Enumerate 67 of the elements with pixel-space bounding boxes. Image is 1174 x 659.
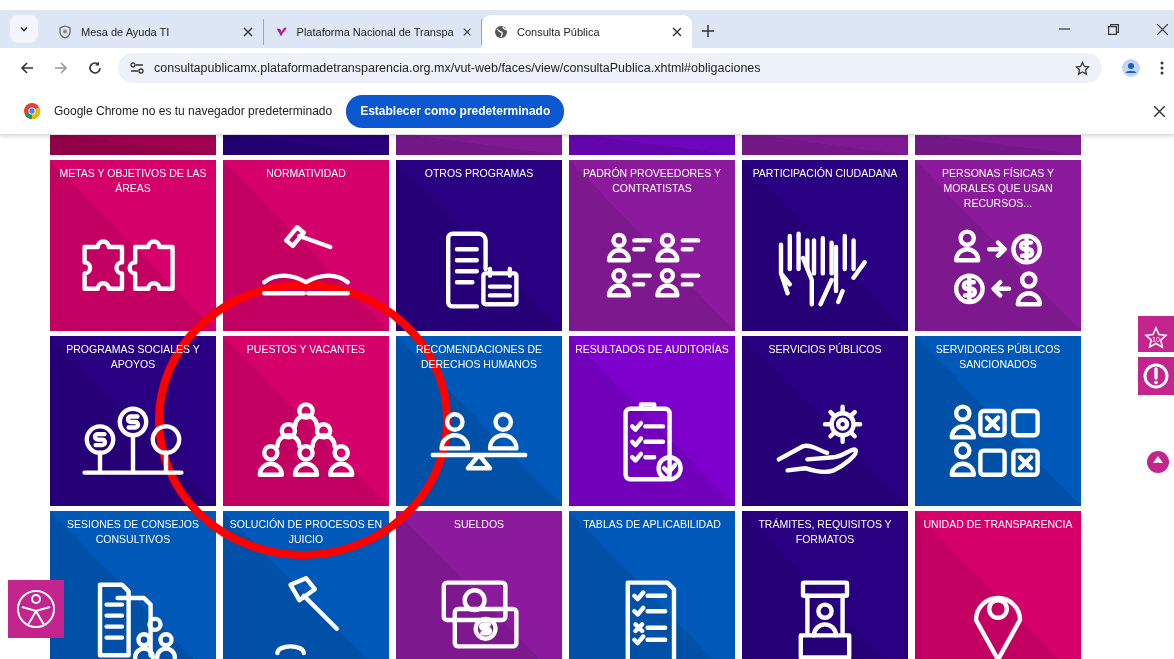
close-icon[interactable] — [1157, 23, 1168, 35]
forward-arrow-icon[interactable] — [54, 61, 68, 75]
tile-label: PARTICIPACIÓN CIUDADANA — [751, 166, 899, 181]
scroll-up-icon[interactable] — [1147, 451, 1169, 473]
tile-label: SERVIDORES PÚBLICOS SANCIONADOS — [934, 342, 1062, 372]
plus-icon[interactable] — [702, 25, 714, 37]
category-tile[interactable]: SUELDOS — [396, 511, 562, 659]
star-icon[interactable] — [1075, 60, 1090, 76]
category-tile[interactable]: NORMATIVIDAD — [223, 160, 389, 331]
tile-label: SESIONES DE CONSEJOS CONSULTIVOS — [66, 517, 200, 547]
menu-icon[interactable] — [1160, 61, 1164, 75]
alert-icon — [1143, 363, 1169, 389]
category-tile[interactable]: TABLAS DE APLICABILIDAD — [569, 511, 735, 659]
category-tile[interactable] — [569, 133, 735, 155]
site-settings-icon[interactable] — [130, 62, 144, 74]
category-tile[interactable]: SESIONES DE CONSEJOS CONSULTIVOS — [50, 511, 216, 659]
category-tile[interactable]: UNIDAD DE TRANSPARENCIA — [915, 511, 1081, 659]
tile-label: RESULTADOS DE AUDITORÍAS — [574, 342, 730, 357]
category-tile[interactable]: TRÁMITES, REQUISITOS Y FORMATOS — [742, 511, 908, 659]
tile-label: SOLUCIÓN DE PROCESOS EN JUICIO — [228, 517, 384, 547]
alert-button[interactable] — [1138, 357, 1174, 395]
restore-icon[interactable] — [1108, 23, 1119, 35]
category-tile[interactable]: RESULTADOS DE AUDITORÍAS — [569, 336, 735, 506]
address-bar[interactable]: consultapublicamx.plataformadetransparencia.org.mx/vut-web/faces/view/consultaPublica.xhtml#obligaciones — [118, 53, 1102, 83]
tile-label: PERSONAS FÍSICAS Y MORALES QUE USAN RECURSOS... — [941, 166, 1055, 211]
category-tile[interactable] — [915, 133, 1081, 155]
browser-tab[interactable]: Consulta Pública — [482, 15, 692, 48]
chevron-down-icon — [19, 24, 29, 34]
shield-icon — [58, 25, 72, 39]
browser-tab[interactable]: Mesa de Ayuda TI — [46, 19, 264, 45]
tile-label: TRÁMITES, REQUISITOS Y FORMATOS — [757, 517, 893, 547]
infobar-message: Google Chrome no es tu navegador predeterminado — [54, 104, 333, 118]
category-tile[interactable] — [50, 133, 216, 155]
category-tile[interactable]: PUESTOS Y VACANTES — [223, 336, 389, 506]
category-tile[interactable]: METAS Y OBJETIVOS DE LAS ÁREAS — [50, 160, 216, 331]
profile-icon[interactable] — [1122, 59, 1140, 77]
tile-label: UNIDAD DE TRANSPARENCIA — [922, 517, 1074, 532]
reload-icon[interactable] — [88, 61, 102, 75]
category-tile[interactable] — [396, 133, 562, 155]
tile-label: PADRÓN PROVEEDORES Y CONTRATISTAS — [582, 166, 722, 196]
globe-icon — [494, 24, 508, 39]
category-tile[interactable]: PARTICIPACIÓN CIUDADANA — [742, 160, 908, 331]
category-tile[interactable]: SOLUCIÓN DE PROCESOS EN JUICIO — [223, 511, 389, 659]
close-icon[interactable] — [462, 27, 471, 37]
tile-label: METAS Y OBJETIVOS DE LAS ÁREAS — [58, 166, 208, 196]
category-tile[interactable] — [742, 133, 908, 155]
category-tile[interactable]: PADRÓN PROVEEDORES Y CONTRATISTAS — [569, 160, 735, 331]
close-icon[interactable] — [1154, 105, 1165, 117]
category-tile[interactable]: OTROS PROGRAMAS — [396, 160, 562, 331]
category-tile[interactable]: SERVIDORES PÚBLICOS SANCIONADOS — [915, 336, 1081, 506]
tile-label: PUESTOS Y VACANTES — [245, 342, 367, 357]
close-icon[interactable] — [672, 26, 682, 37]
tile-label: SERVICIOS PÚBLICOS — [767, 342, 883, 357]
category-tile[interactable]: PERSONAS FÍSICAS Y MORALES QUE USAN RECURSOS... — [915, 160, 1081, 331]
category-tile[interactable]: SERVICIOS PÚBLICOS — [742, 336, 908, 506]
accessibility-button[interactable] — [8, 580, 64, 638]
browser-logo-icon — [24, 103, 40, 119]
back-arrow-icon[interactable] — [20, 61, 34, 75]
tile-label: NORMATIVIDAD — [265, 166, 347, 181]
tile-label: TABLAS DE APLICABILIDAD — [582, 517, 722, 532]
star-icon — [1144, 325, 1168, 350]
tile-label: SUELDOS — [452, 517, 506, 532]
set-default-button[interactable]: Establecer como predeterminado — [346, 94, 565, 128]
category-tile[interactable] — [223, 133, 389, 155]
close-icon[interactable] — [243, 27, 253, 37]
tile-label: OTROS PROGRAMAS — [423, 166, 535, 181]
accessibility-icon — [14, 587, 58, 631]
